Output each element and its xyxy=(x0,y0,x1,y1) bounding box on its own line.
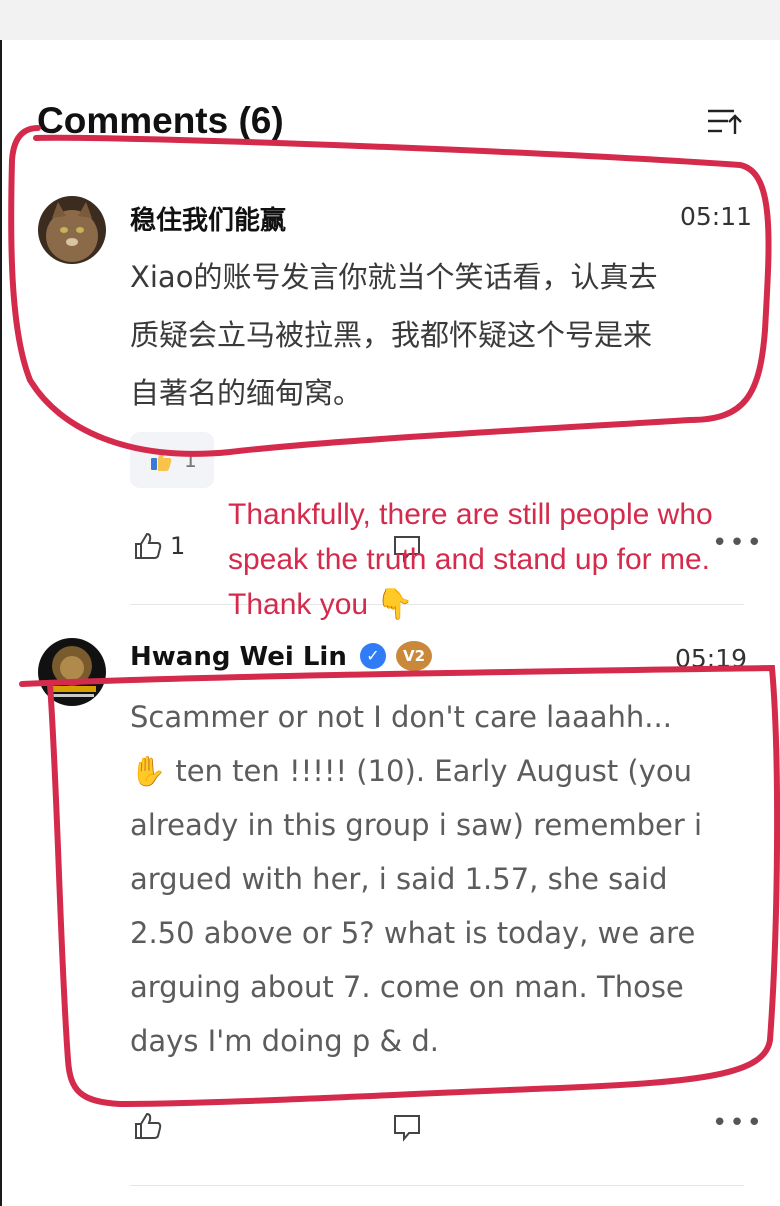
reply-icon[interactable] xyxy=(392,1112,422,1142)
reaction-chip[interactable]: 1 xyxy=(130,432,214,488)
reaction-count: 1 xyxy=(184,448,197,472)
like-count: 1 xyxy=(170,532,186,560)
divider xyxy=(130,1185,744,1186)
level-badge-icon: V2 xyxy=(396,641,432,671)
sort-icon[interactable] xyxy=(706,106,742,136)
verified-badge-icon: ✓ xyxy=(360,643,386,669)
comment-text: Xiao的账号发言你就当个笑话看，认真去 质疑会立马被拉黑，我都怀疑这个号是来 … xyxy=(130,260,658,410)
comment-username[interactable]: Hwang Wei Lin xyxy=(130,642,347,672)
thumbs-up-icon xyxy=(135,532,162,559)
comment-time: 05:11 xyxy=(680,202,753,231)
comment-time: 05:19 xyxy=(675,644,748,673)
avatar[interactable] xyxy=(38,196,106,264)
left-edge-line xyxy=(0,40,2,1206)
thumbs-up-emoji-icon xyxy=(151,450,172,471)
top-strip xyxy=(0,0,780,40)
avatar[interactable] xyxy=(38,638,106,706)
comment-username[interactable]: 稳住我们能赢 xyxy=(130,200,286,237)
more-options-icon[interactable]: ••• xyxy=(712,1108,764,1138)
annotation-text: Thankfully, there are still people who s… xyxy=(228,498,713,621)
comment-text: Scammer or not I don't care laaahh... ✋ … xyxy=(130,700,703,1058)
like-button[interactable]: 1 xyxy=(132,530,185,562)
comments-title: Comments (6) xyxy=(37,100,284,141)
thumbs-up-icon[interactable] xyxy=(132,1110,164,1142)
